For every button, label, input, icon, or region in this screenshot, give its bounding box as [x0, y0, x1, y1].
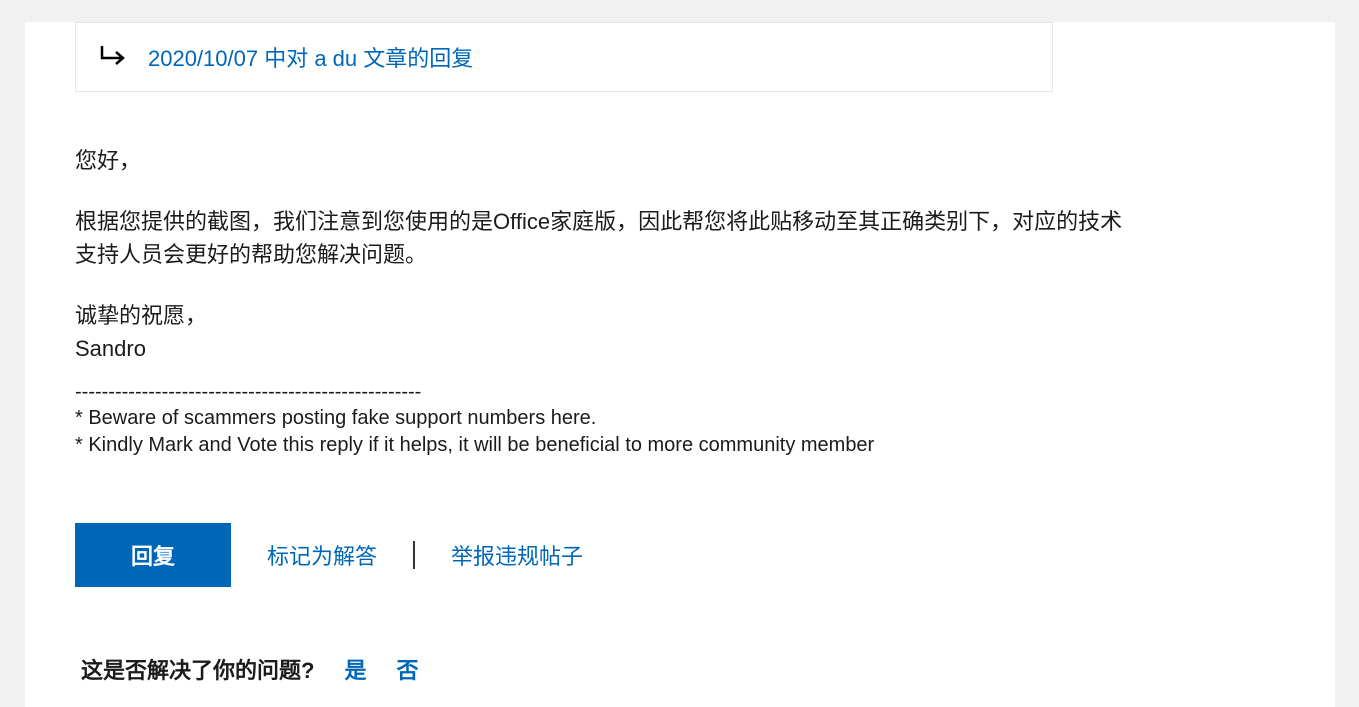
feedback-question: 这是否解决了你的问题? — [81, 653, 314, 685]
action-divider — [413, 541, 415, 569]
mark-as-answer-link[interactable]: 标记为解答 — [267, 539, 377, 571]
report-abuse-link[interactable]: 举报违规帖子 — [451, 539, 583, 571]
message-signature: Sandro — [75, 332, 1335, 365]
reply-arrow-icon — [100, 44, 128, 70]
feedback-row: 这是否解决了你的问题? 是 否 — [81, 653, 1335, 685]
in-reply-to-link[interactable]: 2020/10/07 中对 a du 文章的回复 — [148, 41, 473, 73]
message-body: 您好， 根据您提供的截图，我们注意到您使用的是Office家庭版，因此帮您将此贴… — [75, 144, 1335, 459]
action-bar: 回复 标记为解答 举报违规帖子 — [75, 523, 1335, 587]
in-reply-to-banner: 2020/10/07 中对 a du 文章的回复 — [75, 22, 1053, 92]
message-note-2: * Kindly Mark and Vote this reply if it … — [75, 432, 1335, 459]
feedback-yes-button[interactable]: 是 — [344, 653, 366, 685]
feedback-no-button[interactable]: 否 — [396, 653, 418, 685]
message-note-1: * Beware of scammers posting fake suppor… — [75, 405, 1335, 432]
reply-button[interactable]: 回复 — [75, 523, 231, 587]
message-closing: 诚挚的祝愿， — [75, 299, 1335, 332]
message-main-text: 根据您提供的截图，我们注意到您使用的是Office家庭版，因此帮您将此贴移动至其… — [75, 205, 1135, 271]
message-greeting: 您好， — [75, 144, 1335, 177]
message-separator: ----------------------------------------… — [75, 379, 1335, 405]
